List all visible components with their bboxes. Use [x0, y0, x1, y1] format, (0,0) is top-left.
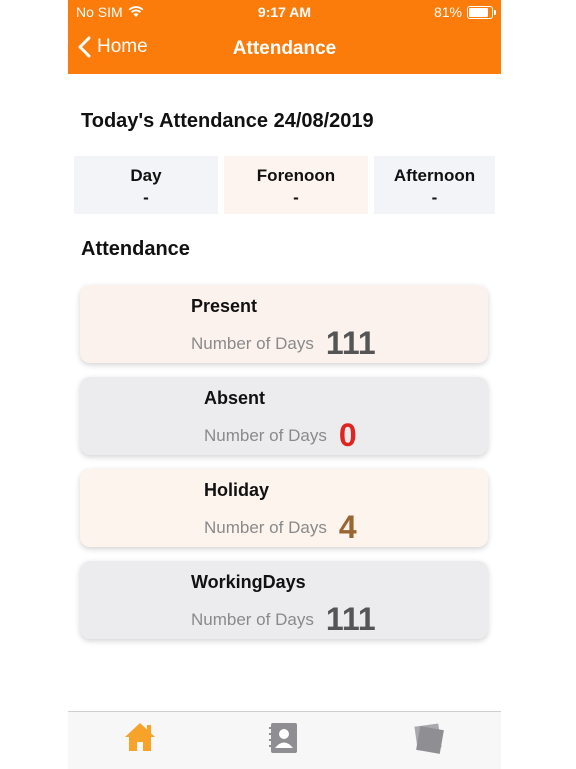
notes-icon — [414, 723, 444, 754]
segment-forenoon-label: Forenoon — [256, 166, 336, 185]
segment-day-value: - — [143, 188, 149, 207]
segment-afternoon-value: - — [431, 188, 438, 207]
holiday-days-value: 4 — [338, 509, 357, 545]
segment-forenoon-value: - — [293, 188, 299, 207]
present-title: Present — [191, 296, 258, 316]
present-days-label: Number of Days — [191, 333, 314, 353]
battery-indicator: 81% — [433, 4, 496, 20]
absent-days-value: 0 — [338, 417, 357, 453]
segment-afternoon: Afternoon - — [374, 156, 495, 214]
holiday-card[interactable]: Holiday Number of Days 4 — [80, 469, 488, 547]
workingdays-title: WorkingDays — [191, 572, 306, 592]
workingdays-days-value: 111 — [325, 601, 376, 637]
workingdays-card[interactable]: WorkingDays Number of Days 111 — [80, 561, 488, 639]
segment-afternoon-label: Afternoon — [393, 166, 476, 185]
holiday-days-label: Number of Days — [204, 517, 327, 537]
holiday-title: Holiday — [204, 480, 270, 500]
tab-contacts[interactable] — [266, 720, 306, 756]
section-title: Attendance — [81, 238, 190, 260]
navigation-bar: Home Attendance — [68, 24, 501, 74]
segment-day: Day - — [74, 156, 218, 214]
app-screen: No SIM 9:17 AM 81% Home Attendance Today… — [68, 0, 501, 769]
tab-notes[interactable] — [410, 720, 450, 756]
present-card[interactable]: Present Number of Days 111 — [80, 285, 488, 363]
contacts-icon — [269, 723, 297, 753]
segment-day-label: Day — [130, 166, 162, 185]
present-days-value: 111 — [325, 325, 376, 361]
tab-bar — [68, 711, 501, 769]
absent-title: Absent — [204, 388, 266, 408]
page-title: Attendance — [232, 38, 337, 59]
home-icon — [125, 723, 155, 751]
tab-home[interactable] — [122, 720, 162, 756]
segment-forenoon: Forenoon - — [224, 156, 368, 214]
absent-card[interactable]: Absent Number of Days 0 — [80, 377, 488, 455]
status-bar: No SIM 9:17 AM 81% — [68, 0, 501, 24]
workingdays-days-label: Number of Days — [191, 609, 314, 629]
battery-percent: 81% — [433, 4, 462, 20]
battery-icon — [467, 5, 496, 19]
today-heading: Today's Attendance 24/08/2019 — [81, 110, 374, 132]
absent-days-label: Number of Days — [204, 425, 327, 445]
